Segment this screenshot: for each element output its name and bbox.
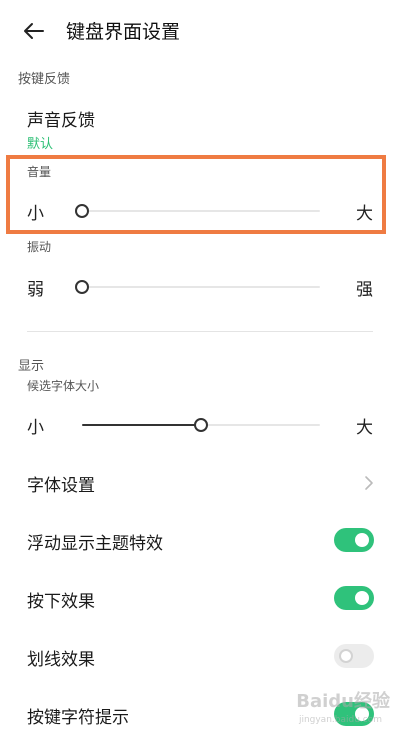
arrow-left-icon[interactable] [22,19,46,43]
toggle-knob [355,591,369,605]
toggle-knob [355,533,369,547]
vibration-slider[interactable] [75,280,320,294]
highlight-box [6,155,386,234]
swipe-line-effect-label: 划线效果 [27,650,95,670]
floating-theme-effect-label: 浮动显示主题特效 [27,534,163,554]
candidate-font-size-slider[interactable] [82,418,320,432]
vibration-min-label: 弱 [27,280,44,300]
watermark-url: jingyan.baidu.com [298,715,382,725]
swipe-line-effect-row: 划线效果 [0,632,400,682]
vibration-slider-row: 弱 强 [27,272,373,302]
chevron-right-icon [365,476,373,490]
key-char-hint-label: 按键字符提示 [27,708,129,728]
press-effect-label: 按下效果 [27,592,95,612]
candidate-font-size-slider-thumb[interactable] [194,418,208,432]
candidate-font-size-label: 候选字体大小 [27,379,100,393]
header: 键盘界面设置 [0,0,400,62]
swipe-line-effect-toggle[interactable] [334,644,374,668]
font-settings-label: 字体设置 [27,476,95,496]
vibration-max-label: 强 [356,280,373,300]
press-effect-toggle[interactable] [334,586,374,610]
vibration-label: 振动 [27,240,52,254]
sound-feedback-label[interactable]: 声音反馈 [27,106,95,131]
divider [27,331,373,332]
sound-feedback-value: 默认 [27,137,54,152]
floating-theme-effect-toggle[interactable] [334,528,374,552]
watermark-logo: Baidu经验 [296,691,390,712]
font-size-min-label: 小 [27,418,44,438]
section-label-key-feedback: 按键反馈 [18,72,71,87]
press-effect-row: 按下效果 [0,574,400,624]
font-size-max-label: 大 [356,418,373,438]
vibration-slider-thumb[interactable] [75,280,89,294]
font-settings-row[interactable]: 字体设置 [0,458,400,508]
candidate-font-size-slider-fill [82,424,201,426]
toggle-knob [339,649,353,663]
floating-theme-effect-row: 浮动显示主题特效 [0,516,400,566]
candidate-font-size-slider-row: 小 大 [27,410,373,440]
page-title: 键盘界面设置 [66,21,181,43]
section-label-display: 显示 [18,359,45,374]
